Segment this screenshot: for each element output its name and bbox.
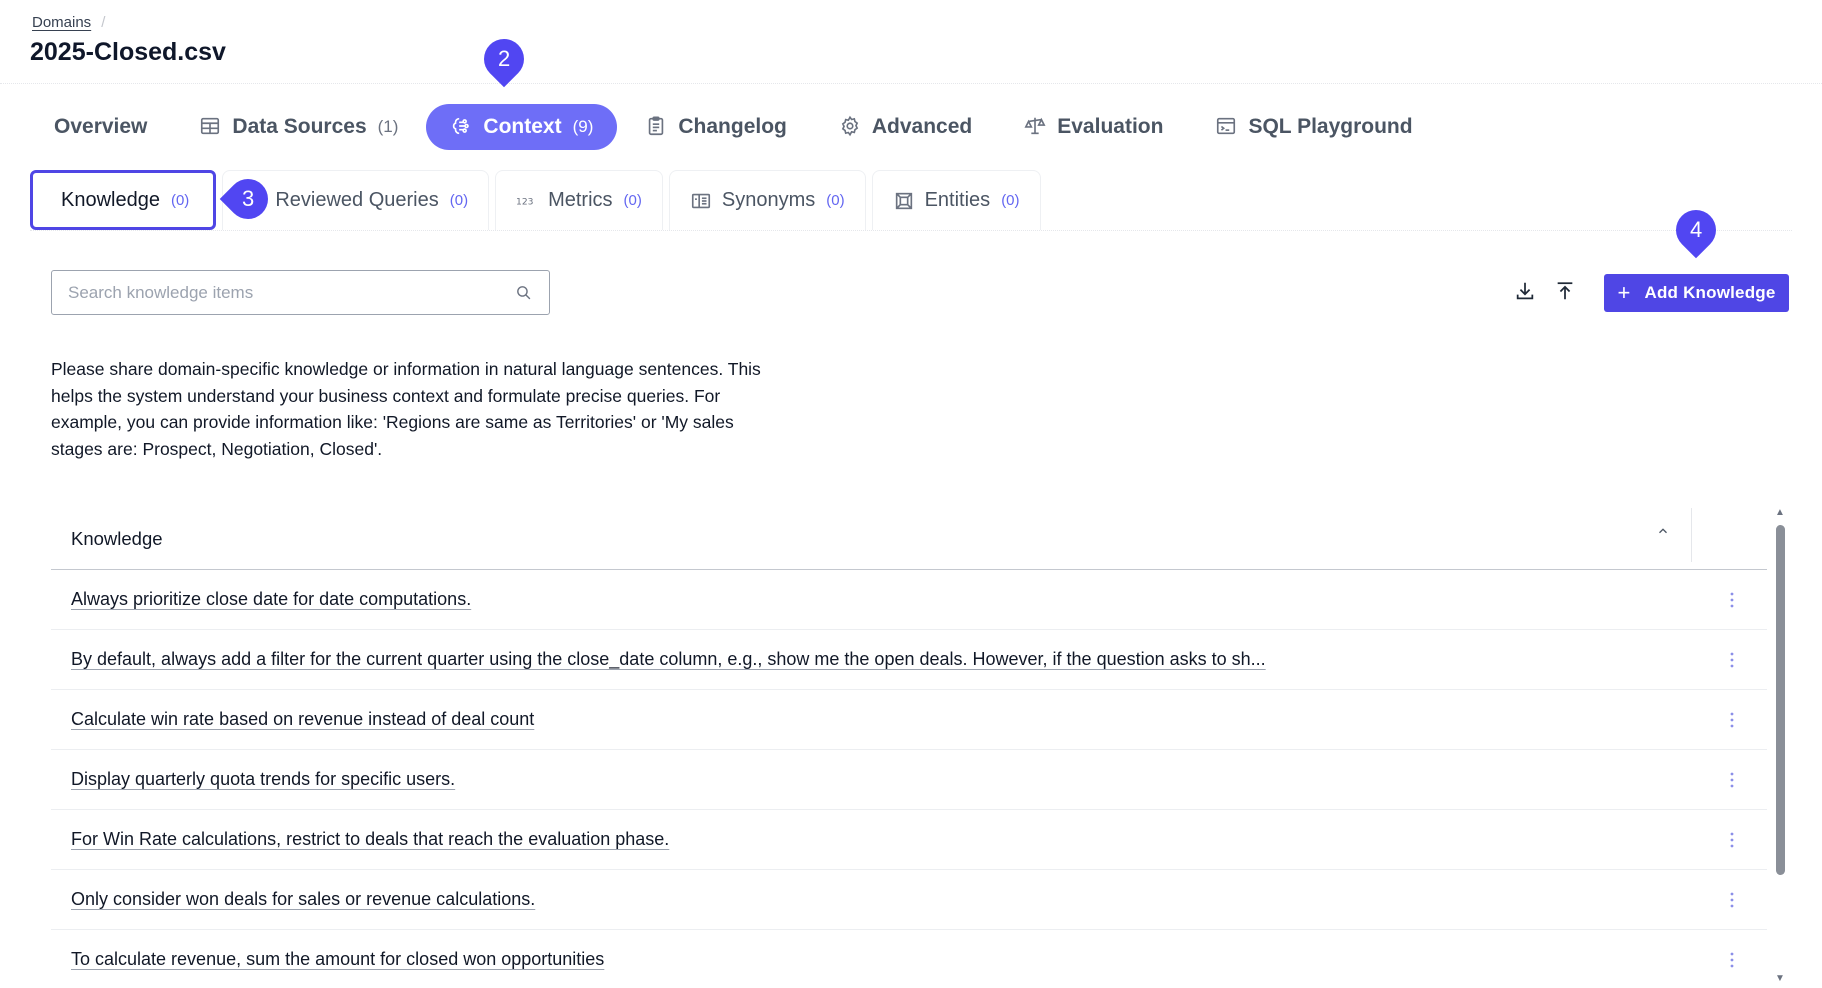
plus-icon: + [1617, 280, 1631, 305]
tab-label: Context [483, 115, 562, 138]
more-vertical-icon[interactable] [1722, 650, 1742, 670]
search-input[interactable] [68, 282, 515, 303]
gear-icon [839, 115, 863, 139]
knowledge-item-text[interactable]: For Win Rate calculations, restrict to d… [51, 829, 669, 850]
tab-label: Data Sources [232, 115, 367, 138]
table-row: Always prioritize close date for date co… [51, 570, 1767, 630]
clipboard-icon [645, 115, 669, 139]
knowledge-item-text[interactable]: Display quarterly quota trends for speci… [51, 769, 455, 790]
tab-label: Evaluation [1057, 115, 1164, 138]
scale-icon [1024, 115, 1048, 139]
callout-marker-4: 4 [1667, 201, 1725, 259]
table-row: To calculate revenue, sum the amount for… [51, 930, 1767, 988]
tab-label: SQL Playground [1248, 115, 1413, 138]
subtab-count: (0) [1001, 192, 1020, 209]
download-icon [1514, 280, 1536, 307]
subtab-count: (0) [170, 191, 190, 209]
page-title: 2025-Closed.csv [30, 38, 226, 66]
knowledge-item-text[interactable]: Only consider won deals for sales or rev… [51, 889, 535, 910]
entity-frame-icon [893, 190, 915, 212]
more-vertical-icon[interactable] [1722, 710, 1742, 730]
number-123-icon: 123 [516, 190, 538, 212]
tab-evaluation[interactable]: Evaluation [1000, 104, 1187, 150]
knowledge-item-text[interactable]: Always prioritize close date for date co… [51, 589, 471, 610]
subtab-count: (0) [826, 192, 845, 209]
dictionary-icon [690, 190, 712, 212]
tab-count: (1) [377, 117, 399, 136]
more-vertical-icon[interactable] [1722, 830, 1742, 850]
tab-label: Overview [54, 115, 148, 138]
add-knowledge-label: Add Knowledge [1644, 283, 1776, 302]
tab-label: Changelog [678, 115, 787, 138]
table-row: Only consider won deals for sales or rev… [51, 870, 1767, 930]
subtab-count: (0) [623, 192, 642, 209]
more-vertical-icon[interactable] [1722, 770, 1742, 790]
upload-icon [1554, 280, 1576, 307]
subtab-label: Synonyms [721, 189, 816, 211]
upload-button[interactable] [1550, 278, 1580, 308]
tab-changelog[interactable]: Changelog [621, 104, 811, 150]
table-row: By default, always add a filter for the … [51, 630, 1767, 690]
tab-count: (9) [572, 117, 594, 136]
knowledge-item-text[interactable]: Calculate win rate based on revenue inst… [51, 709, 534, 730]
column-header-knowledge[interactable]: Knowledge [51, 528, 163, 550]
table-row: For Win Rate calculations, restrict to d… [51, 810, 1767, 870]
column-separator [1691, 508, 1692, 562]
search-box [51, 270, 550, 315]
tab-label: Advanced [871, 115, 973, 138]
callout-marker-2: 2 [475, 30, 533, 88]
scroll-down-arrow-icon[interactable]: ▼ [1773, 972, 1787, 984]
terminal-window-icon [1215, 115, 1239, 139]
table-row: Calculate win rate based on revenue inst… [51, 690, 1767, 750]
search-icon[interactable] [515, 284, 533, 302]
subtab-synonyms[interactable]: Synonyms (0) [668, 170, 866, 230]
subtab-entities[interactable]: Entities (0) [871, 170, 1041, 230]
main-tabs: Overview Data Sources (1) Context (9) Ch… [30, 104, 1441, 150]
sub-tabs-divider [30, 230, 1792, 231]
table-header: Knowledge [51, 508, 1767, 570]
tab-data-sources[interactable]: Data Sources (1) [175, 104, 422, 150]
subtab-label: Reviewed Queries [275, 189, 439, 211]
table-row: Display quarterly quota trends for speci… [51, 750, 1767, 810]
callout-number: 3 [241, 186, 255, 211]
subtab-label: Metrics [548, 189, 613, 211]
context-sub-tabs: Knowledge (0) Reviewed Queries (0) 123 M… [30, 170, 1047, 230]
breadcrumb-domains-link[interactable]: Domains [32, 14, 91, 31]
more-vertical-icon[interactable] [1722, 950, 1742, 970]
tab-context[interactable]: Context (9) [426, 104, 618, 150]
tab-sql-playground[interactable]: SQL Playground [1191, 104, 1436, 150]
callout-number: 4 [1689, 217, 1703, 242]
subtab-count: (0) [449, 192, 469, 209]
more-vertical-icon[interactable] [1722, 590, 1742, 610]
subtab-metrics[interactable]: 123 Metrics (0) [495, 170, 663, 230]
brain-icon [450, 115, 474, 139]
subtab-label: Entities [924, 189, 991, 211]
header-divider [0, 83, 1822, 84]
add-knowledge-button[interactable]: + Add Knowledge [1604, 274, 1789, 312]
sort-chevron-up-icon[interactable] [1656, 524, 1670, 538]
subtab-knowledge[interactable]: Knowledge (0) [30, 170, 217, 230]
svg-text:123: 123 [516, 196, 534, 207]
table-icon [199, 115, 223, 139]
subtab-label: Knowledge [61, 188, 160, 211]
more-vertical-icon[interactable] [1722, 890, 1742, 910]
tab-advanced[interactable]: Advanced [815, 104, 996, 150]
scrollbar-thumb[interactable] [1776, 525, 1785, 875]
callout-number: 2 [497, 46, 511, 71]
knowledge-item-text[interactable]: To calculate revenue, sum the amount for… [51, 949, 604, 970]
breadcrumb: Domains / [32, 14, 105, 31]
breadcrumb-separator: / [101, 14, 106, 31]
download-button[interactable] [1510, 278, 1540, 308]
knowledge-description: Please share domain-specific knowledge o… [51, 359, 761, 459]
knowledge-table: Knowledge Always prioritize close date f… [51, 508, 1767, 988]
tab-overview[interactable]: Overview [30, 104, 171, 150]
scroll-up-arrow-icon[interactable]: ▲ [1773, 506, 1787, 518]
knowledge-item-text[interactable]: By default, always add a filter for the … [51, 649, 1266, 670]
